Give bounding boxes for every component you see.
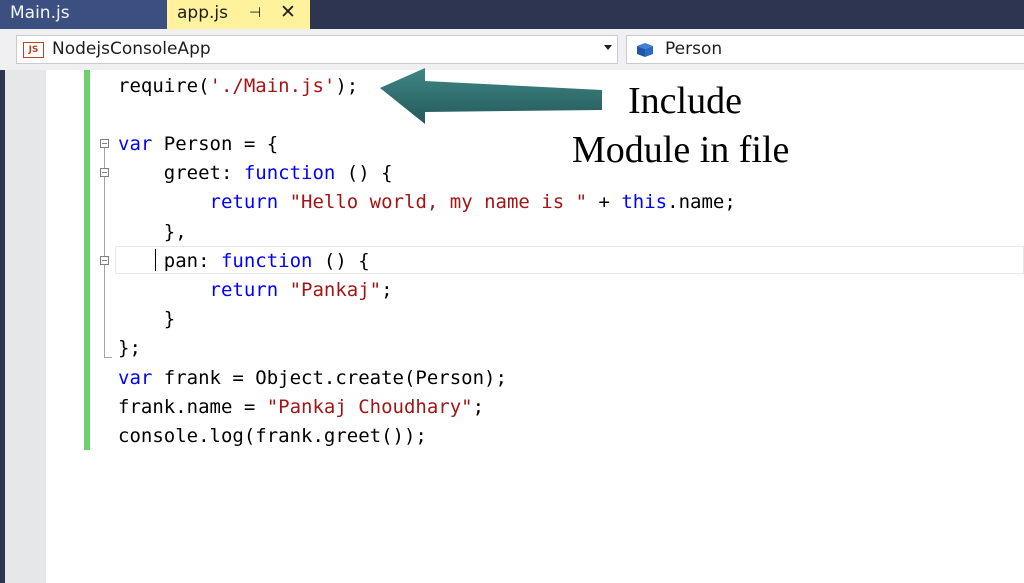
code-line: var Person = {: [118, 133, 279, 155]
tab-label: app.js: [177, 3, 228, 23]
outline-guide: [104, 265, 105, 357]
outline-guide: [104, 177, 105, 256]
change-tracking-bar: [84, 70, 90, 450]
code-line: greet: function () {: [118, 162, 393, 184]
annotation-arrow: [380, 68, 602, 124]
project-dropdown[interactable]: JS NodejsConsoleApp: [16, 35, 618, 64]
document-tab-strip: Main.js app.js ⊣ ✕: [0, 0, 1024, 29]
tab-label: Main.js: [10, 3, 70, 23]
close-icon[interactable]: ✕: [280, 0, 296, 26]
navigation-bar: JS NodejsConsoleApp Person: [0, 29, 1024, 70]
code-line: pan: function () {: [118, 250, 370, 272]
object-icon: [637, 43, 653, 57]
code-line: return "Pankaj";: [209, 279, 393, 301]
outline-guide: [104, 148, 105, 168]
indicator-margin: [5, 70, 46, 583]
code-line: };: [118, 337, 141, 359]
outline-guide-end: [104, 357, 112, 358]
chevron-down-icon[interactable]: [604, 45, 612, 50]
tab-app-js[interactable]: app.js ⊣ ✕: [167, 0, 310, 29]
code-line: return "Hello world, my name is " + this…: [209, 191, 736, 213]
code-line: var frank = Object.create(Person);: [118, 367, 507, 389]
collapse-icon[interactable]: [100, 256, 109, 265]
annotation-text: Module in file: [572, 129, 790, 171]
member-name: Person: [665, 39, 723, 59]
collapse-icon[interactable]: [100, 139, 109, 148]
code-line: }: [118, 308, 176, 330]
collapse-icon[interactable]: [100, 168, 109, 177]
code-line: },: [118, 221, 187, 243]
annotation-text: Include: [628, 80, 742, 122]
member-dropdown[interactable]: Person: [626, 35, 1024, 64]
pin-icon[interactable]: ⊣: [249, 0, 261, 27]
javascript-file-icon: JS: [23, 42, 44, 58]
tab-main-js[interactable]: Main.js: [0, 0, 167, 29]
code-line: console.log(frank.greet());: [118, 425, 427, 447]
code-line: require('./Main.js');: [118, 75, 359, 97]
code-line: frank.name = "Pankaj Choudhary";: [118, 396, 485, 418]
project-name: NodejsConsoleApp: [52, 39, 211, 59]
